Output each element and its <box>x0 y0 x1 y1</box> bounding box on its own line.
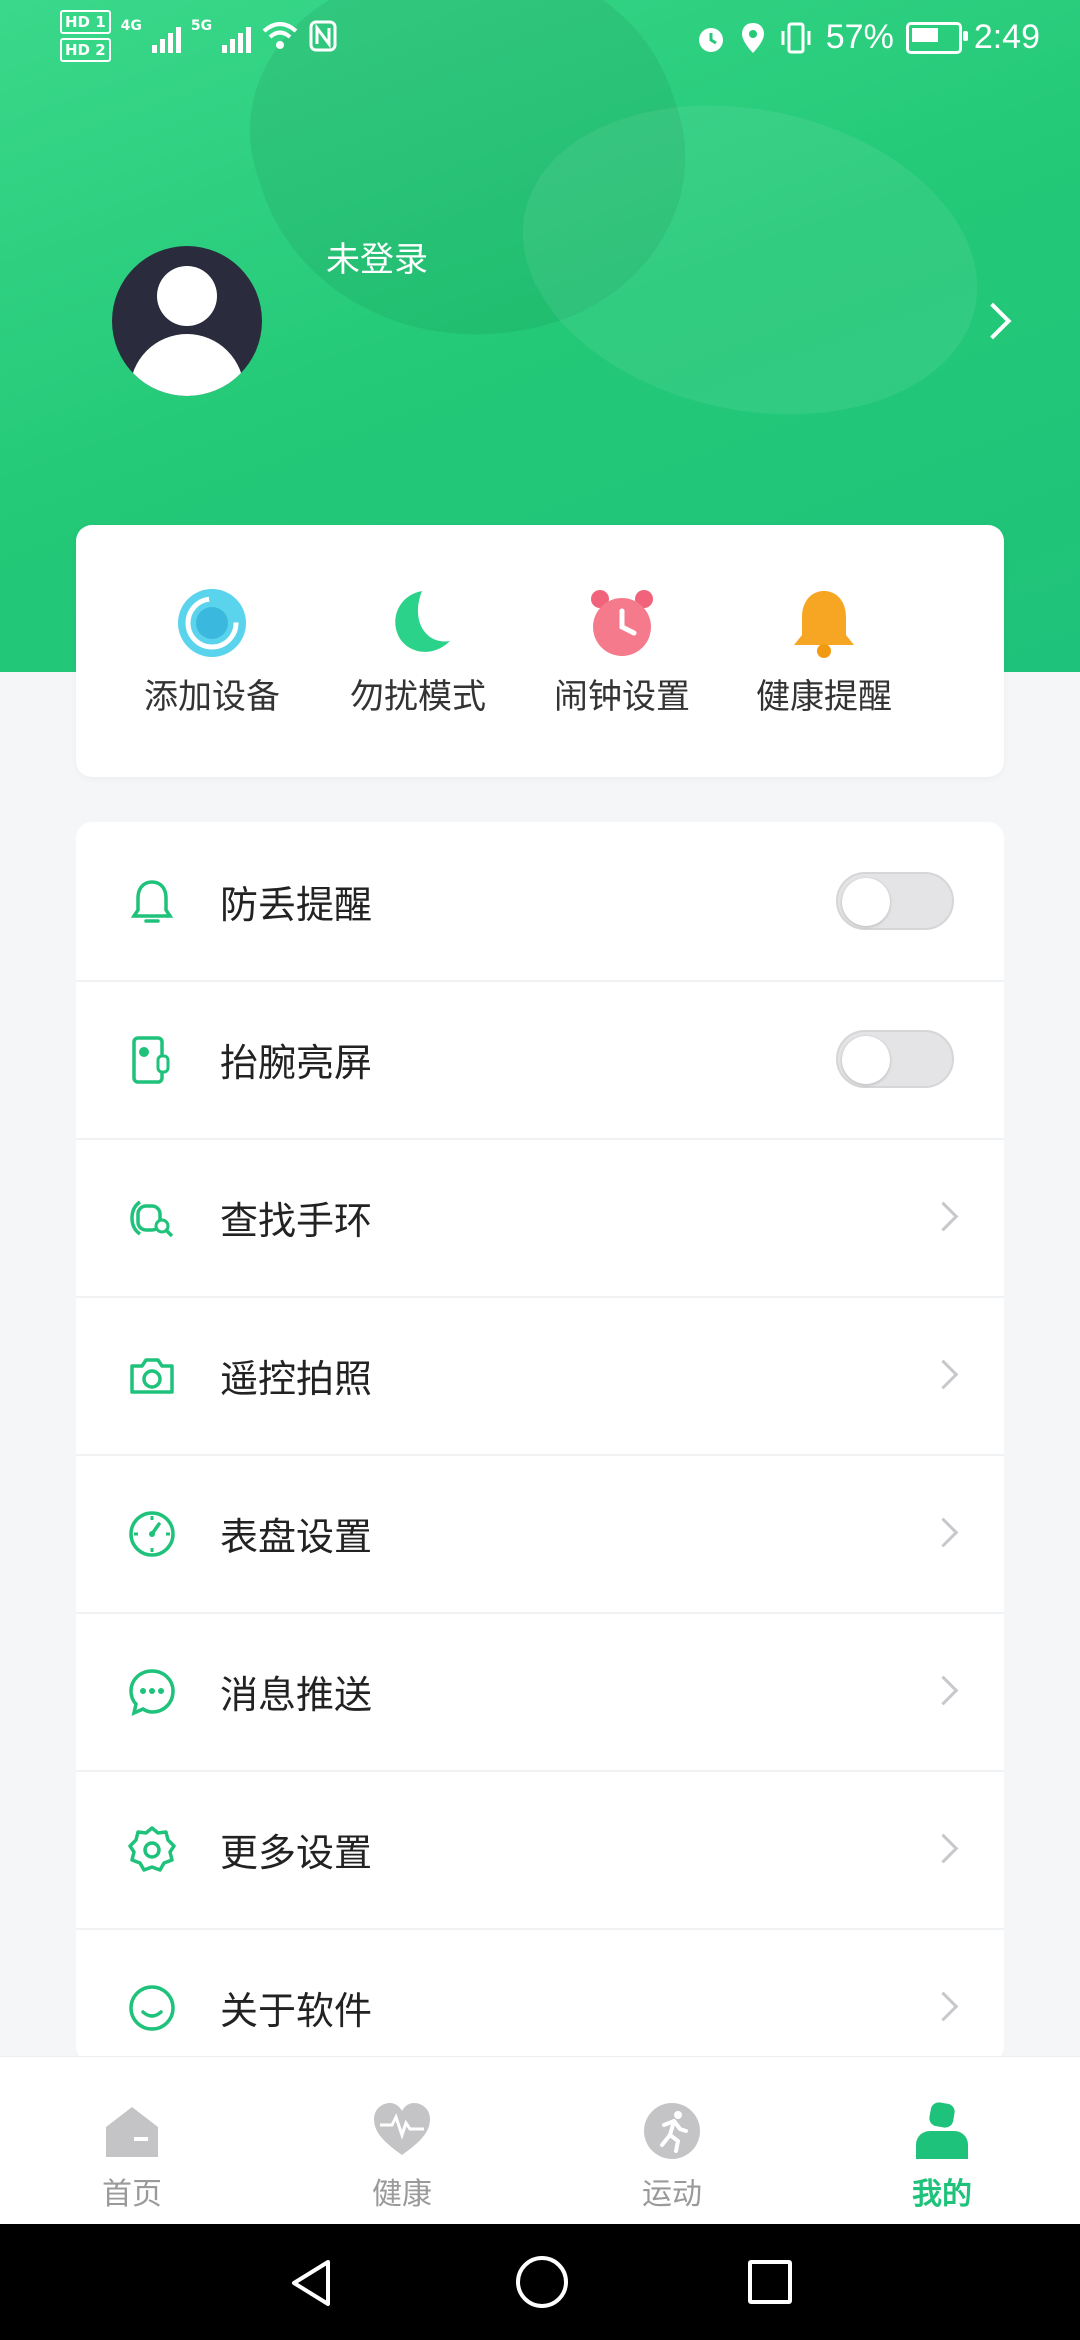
tab-label: 运动 <box>642 2177 702 2212</box>
home-button-icon[interactable] <box>516 2256 568 2308</box>
alarm-clock-icon <box>586 587 658 659</box>
setting-message-push[interactable]: 消息推送 <box>76 1612 1004 1772</box>
tab-home[interactable]: 首页 <box>62 2101 202 2213</box>
wifi-icon <box>262 22 298 49</box>
setting-label: 表盘设置 <box>220 1515 373 1559</box>
signal-icon <box>151 19 181 53</box>
tab-label: 首页 <box>102 2177 162 2212</box>
chevron-right-icon <box>928 1201 959 1232</box>
message-icon <box>129 1669 175 1717</box>
dial-icon <box>129 1511 175 1557</box>
setting-label: 遥控拍照 <box>220 1357 373 1401</box>
anti-loss-toggle[interactable] <box>836 872 954 930</box>
home-icon <box>102 2101 162 2161</box>
quick-label: 健康提醒 <box>756 677 892 717</box>
sim-indicators: HD 1 HD 2 <box>60 10 111 62</box>
quick-actions-card: 添加设备 勿扰模式 闹钟设置 健康提醒 <box>76 525 1004 777</box>
back-icon[interactable] <box>288 2258 334 2308</box>
vibrate-icon <box>781 22 811 53</box>
setting-remote-camera[interactable]: 遥控拍照 <box>76 1296 1004 1456</box>
status-bar: HD 1 HD 2 4G 5G 57% 2:49 <box>0 0 1080 84</box>
moon-icon <box>382 587 454 659</box>
tab-mine[interactable]: 我的 <box>872 2101 1012 2213</box>
chevron-right-icon <box>928 1833 959 1864</box>
setting-anti-loss[interactable]: 防丢提醒 <box>76 822 1004 982</box>
quick-alarm-settings[interactable]: 闹钟设置 <box>532 587 712 718</box>
bottom-tab-bar: 首页 健康 运动 我的 <box>0 2056 1080 2225</box>
setting-more[interactable]: 更多设置 <box>76 1770 1004 1930</box>
battery-icon <box>905 21 968 54</box>
system-navigation-bar <box>0 2224 1080 2340</box>
setting-about[interactable]: 关于软件 <box>76 1928 1004 2062</box>
quick-label: 闹钟设置 <box>554 677 690 717</box>
person-icon <box>912 2101 972 2161</box>
gear-icon <box>128 1826 176 1872</box>
quick-add-device[interactable]: 添加设备 <box>122 587 302 718</box>
quick-health-reminder[interactable]: 健康提醒 <box>734 587 914 718</box>
alarm-icon <box>698 27 723 52</box>
chevron-right-icon <box>928 1991 959 2022</box>
raise-wrist-icon <box>132 1036 170 1084</box>
setting-label: 抬腕亮屏 <box>220 1041 373 1085</box>
quick-dnd-mode[interactable]: 勿扰模式 <box>328 587 508 718</box>
battery-percent: 57% <box>825 18 894 56</box>
chevron-right-icon <box>928 1359 959 1390</box>
sim2-badge: HD 2 <box>60 38 111 62</box>
tab-label: 我的 <box>912 2177 972 2212</box>
running-icon <box>642 2101 702 2161</box>
chevron-right-icon <box>928 1675 959 1706</box>
avatar-body-shape <box>130 334 244 396</box>
quick-label: 勿扰模式 <box>350 677 486 717</box>
bell-icon <box>788 587 860 659</box>
heart-pulse-icon <box>372 2101 432 2161</box>
setting-label: 消息推送 <box>220 1673 373 1717</box>
smile-icon <box>129 1985 175 2031</box>
setting-find-band[interactable]: 查找手环 <box>76 1138 1004 1298</box>
setting-watch-face[interactable]: 表盘设置 <box>76 1454 1004 1614</box>
setting-label: 关于软件 <box>220 1989 373 2033</box>
location-icon <box>741 22 764 53</box>
add-device-icon <box>176 587 248 659</box>
avatar[interactable] <box>112 246 262 396</box>
signal-icon <box>222 19 252 53</box>
camera-icon <box>130 1358 174 1394</box>
setting-label: 防丢提醒 <box>220 883 373 927</box>
setting-label: 更多设置 <box>220 1831 373 1875</box>
find-band-icon <box>130 1200 174 1238</box>
quick-label: 添加设备 <box>144 677 280 717</box>
avatar-head-shape <box>157 266 217 326</box>
network-type-1: 4G <box>120 18 142 34</box>
login-status[interactable]: 未登录 <box>326 232 428 281</box>
recent-apps-icon[interactable] <box>748 2260 792 2304</box>
setting-label: 查找手环 <box>220 1199 373 1243</box>
tab-sport[interactable]: 运动 <box>602 2101 742 2213</box>
tab-label: 健康 <box>372 2177 432 2212</box>
tab-health[interactable]: 健康 <box>332 2101 472 2213</box>
clock-time: 2:49 <box>973 18 1040 56</box>
raise-wrist-toggle[interactable] <box>836 1030 954 1088</box>
settings-list: 防丢提醒 抬腕亮屏 查找手环 遥控拍照 表盘设置 消息推送 更多设置 关于软件 <box>76 822 1004 2062</box>
bell-outline-icon <box>130 880 174 923</box>
nfc-icon <box>309 20 337 52</box>
setting-raise-wrist[interactable]: 抬腕亮屏 <box>76 980 1004 1140</box>
sim1-badge: HD 1 <box>60 10 111 34</box>
chevron-right-icon <box>928 1517 959 1548</box>
network-type-2: 5G <box>190 18 213 34</box>
